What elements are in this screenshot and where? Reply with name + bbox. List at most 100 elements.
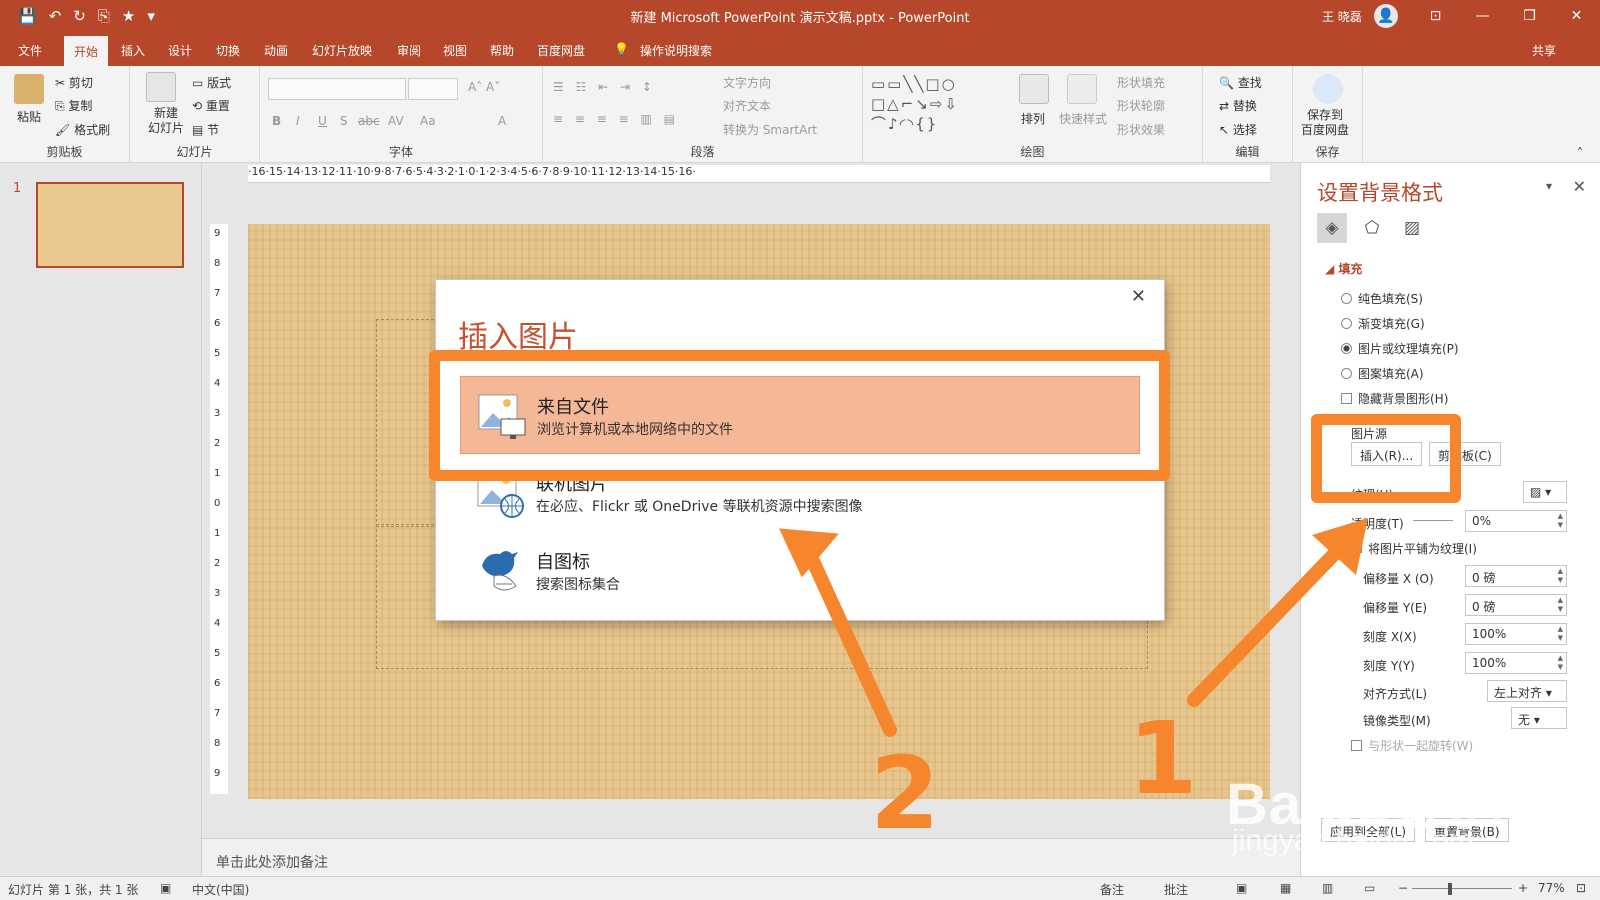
slideshow-view-icon[interactable]: ▭: [1364, 881, 1375, 895]
spinner-icon[interactable]: ▲ ▼: [1558, 625, 1563, 643]
radio-picture[interactable]: [1341, 343, 1352, 354]
grow-font-icon[interactable]: A˄ A˅: [468, 80, 500, 94]
ribbon-display-icon[interactable]: ⊡: [1412, 0, 1459, 33]
tile-option[interactable]: ✓ 将图片平铺为纹理(I): [1351, 540, 1477, 557]
slide-sorter-icon[interactable]: ▦: [1280, 881, 1291, 895]
notes-button[interactable]: 备注: [1100, 881, 1124, 898]
radio-solid[interactable]: [1341, 293, 1352, 304]
avatar-icon[interactable]: 👤: [1374, 4, 1398, 28]
shape-fill-button[interactable]: 形状填充: [1117, 74, 1165, 91]
mirror-dropdown[interactable]: 无 ▾: [1511, 707, 1567, 729]
arrange-icon[interactable]: [1019, 74, 1049, 104]
tab-transitions[interactable]: 切换: [216, 42, 240, 59]
find-button[interactable]: 🔍 查找: [1219, 74, 1262, 91]
underline-button[interactable]: U: [318, 114, 327, 128]
spinner-icon[interactable]: ▲ ▼: [1558, 512, 1563, 530]
copy-button[interactable]: ⎘ 复制: [55, 97, 92, 114]
fill-icon[interactable]: ◈: [1317, 213, 1347, 243]
tab-help[interactable]: 帮助: [490, 42, 514, 59]
tab-animations[interactable]: 动画: [264, 42, 288, 59]
change-case-button[interactable]: Aa: [420, 114, 436, 128]
arrange-button[interactable]: 排列: [1021, 110, 1045, 127]
tab-insert[interactable]: 插入: [121, 42, 145, 59]
tab-baidu-disk[interactable]: 百度网盘: [537, 42, 585, 59]
zoom-slider-thumb[interactable]: [1448, 883, 1452, 895]
font-size-input[interactable]: [408, 78, 458, 100]
restore-button[interactable]: ❐: [1506, 0, 1553, 33]
rotate-with-shape-option[interactable]: 与形状一起旋转(W): [1351, 737, 1473, 754]
share-button[interactable]: 共享: [1532, 42, 1556, 59]
bold-button[interactable]: B: [272, 114, 281, 128]
shapes-gallery[interactable]: ▭▭╲╲□○ □△⌐↘⇨⇩ ⌒♪◜◝{}: [871, 74, 1007, 136]
transparency-input[interactable]: 0% ▲ ▼: [1465, 510, 1567, 532]
font-name-input[interactable]: [268, 78, 406, 100]
texture-dropdown[interactable]: ▨ ▾: [1523, 481, 1567, 503]
slide-thumbnail[interactable]: [36, 182, 184, 268]
dialog-close-icon[interactable]: ✕: [1131, 286, 1146, 307]
reset-button[interactable]: ⟲ 重置: [192, 97, 230, 114]
tab-review[interactable]: 审阅: [397, 42, 421, 59]
paste-icon[interactable]: [14, 74, 44, 104]
close-button[interactable]: ✕: [1553, 0, 1600, 33]
spinner-icon[interactable]: ▲ ▼: [1558, 567, 1563, 585]
align-text-button[interactable]: 对齐文本: [723, 97, 771, 114]
tab-view[interactable]: 视图: [443, 42, 467, 59]
spellcheck-icon[interactable]: ▣: [160, 881, 171, 895]
tab-home[interactable]: 开始: [64, 36, 109, 66]
fill-section-header[interactable]: ◢ 填充: [1325, 260, 1362, 277]
reading-view-icon[interactable]: ▥: [1322, 881, 1333, 895]
char-spacing-button[interactable]: AV: [388, 114, 404, 128]
shape-effects-button[interactable]: 形状效果: [1117, 121, 1165, 138]
section-button[interactable]: ▤ 节: [192, 121, 219, 138]
language-indicator[interactable]: 中文(中国): [192, 881, 249, 898]
format-painter-button[interactable]: 🖌 格式刷: [55, 121, 110, 138]
checkbox-hide-bg[interactable]: [1341, 393, 1352, 404]
offset-y-input[interactable]: 0 磅 ▲ ▼: [1465, 594, 1567, 616]
zoom-slider[interactable]: [1412, 888, 1512, 889]
zoom-in-icon[interactable]: +: [1518, 881, 1528, 895]
new-slide-button[interactable]: 新建 幻灯片: [148, 106, 184, 136]
checkbox-rotate[interactable]: [1351, 740, 1362, 751]
offset-x-input[interactable]: 0 磅 ▲ ▼: [1465, 565, 1567, 587]
zoom-out-icon[interactable]: −: [1398, 881, 1408, 895]
picture-fill-option[interactable]: 图片或纹理填充(P): [1341, 340, 1459, 357]
select-button[interactable]: ↖ 选择: [1219, 121, 1257, 138]
spinner-icon[interactable]: ▲ ▼: [1558, 596, 1563, 614]
user-name[interactable]: 王 晓磊: [1322, 8, 1362, 25]
font-color-button[interactable]: A: [498, 114, 506, 128]
zoom-level[interactable]: 77%: [1538, 881, 1565, 895]
radio-gradient[interactable]: [1341, 318, 1352, 329]
pane-close-icon[interactable]: ✕: [1573, 177, 1586, 196]
text-direction-button[interactable]: 文字方向: [723, 74, 771, 91]
hide-bg-graphics-option[interactable]: 隐藏背景图形(H): [1341, 390, 1448, 407]
shape-outline-button[interactable]: 形状轮廓: [1117, 97, 1165, 114]
from-icons-option[interactable]: 自图标 搜索图标集合: [460, 532, 1140, 610]
spinner-icon[interactable]: ▲ ▼: [1558, 654, 1563, 672]
transparency-slider[interactable]: [1413, 520, 1453, 521]
collapse-ribbon-icon[interactable]: ˄: [1577, 146, 1583, 160]
gradient-fill-option[interactable]: 渐变填充(G): [1341, 315, 1425, 332]
replace-button[interactable]: ⇄ 替换: [1219, 97, 1257, 114]
baidu-cloud-icon[interactable]: [1313, 74, 1343, 104]
scale-x-input[interactable]: 100% ▲ ▼: [1465, 623, 1567, 645]
tab-file[interactable]: 文件: [18, 42, 42, 59]
pane-options-icon[interactable]: ▾: [1546, 179, 1552, 193]
align-buttons-icon[interactable]: ≡ ≡ ≡ ≡ ▥ ▤: [553, 112, 679, 126]
pattern-fill-option[interactable]: 图案填充(A): [1341, 365, 1424, 382]
tab-slideshow[interactable]: 幻灯片放映: [312, 42, 372, 59]
list-buttons-icon[interactable]: ☰ ☷ ⇤ ⇥ ↕: [553, 80, 656, 94]
solid-fill-option[interactable]: 纯色填充(S): [1341, 290, 1423, 307]
minimize-button[interactable]: —: [1459, 0, 1506, 33]
fit-slide-icon[interactable]: ⊡: [1576, 881, 1586, 895]
new-slide-icon[interactable]: [146, 72, 176, 102]
effects-icon[interactable]: ⬠: [1357, 213, 1387, 243]
tell-me-search[interactable]: 操作说明搜索: [640, 42, 712, 59]
comments-button[interactable]: 批注: [1164, 881, 1188, 898]
quick-styles-button[interactable]: 快速样式: [1059, 110, 1107, 127]
picture-icon[interactable]: ▨: [1397, 213, 1427, 243]
smartart-button[interactable]: 转换为 SmartArt: [723, 121, 817, 138]
radio-pattern[interactable]: [1341, 368, 1352, 379]
tab-design[interactable]: 设计: [168, 42, 192, 59]
cut-button[interactable]: ✂ 剪切: [55, 74, 93, 91]
alignment-dropdown[interactable]: 左上对齐 ▾: [1487, 680, 1567, 702]
